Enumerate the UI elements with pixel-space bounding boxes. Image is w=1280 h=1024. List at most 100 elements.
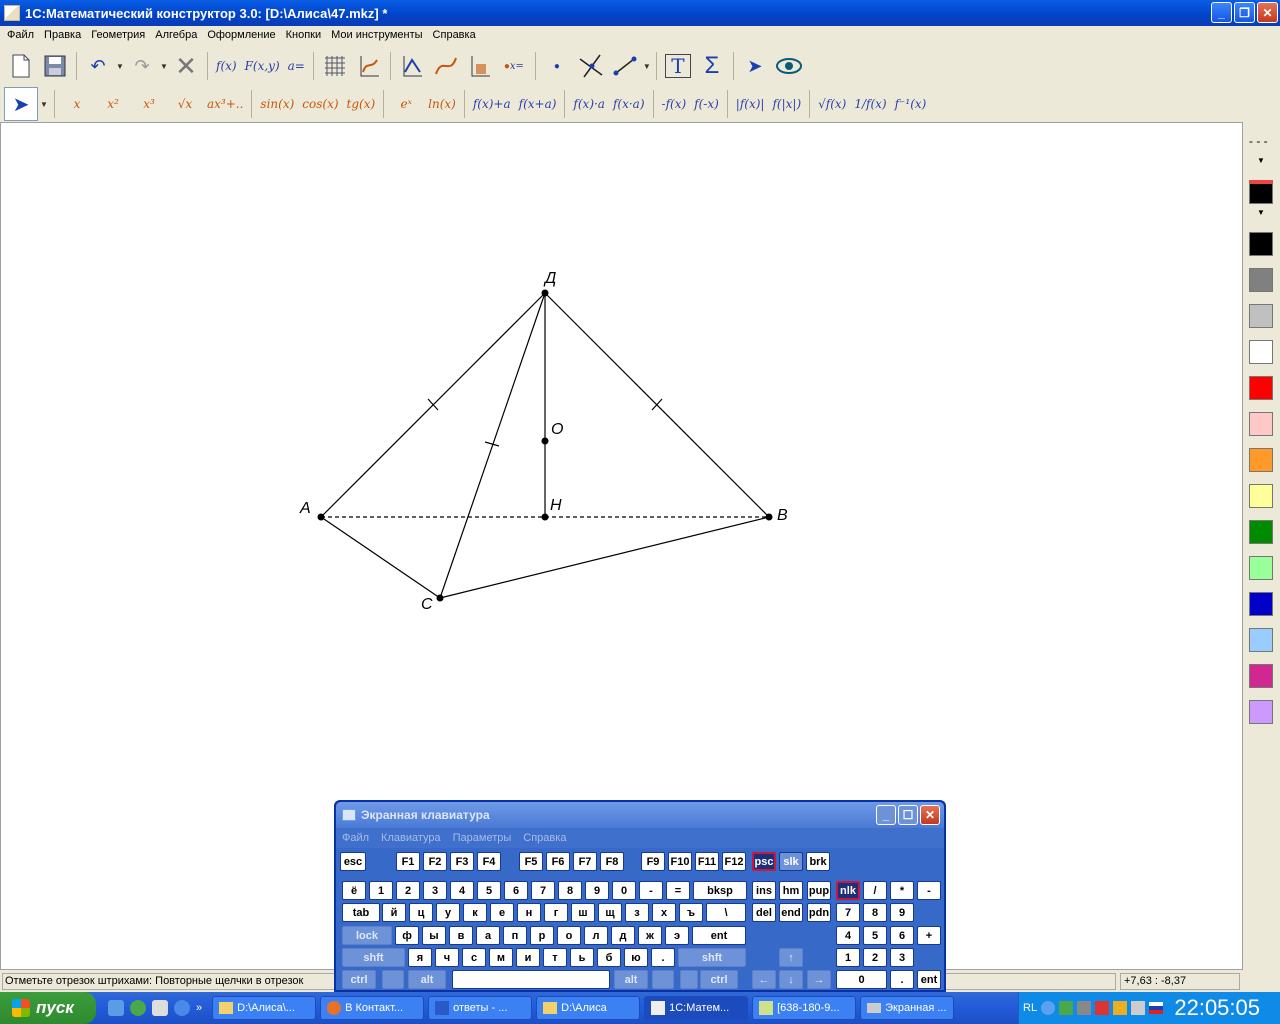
fn-x3[interactable]: x³ [131, 89, 167, 119]
task-answers[interactable]: ответы - ... [428, 996, 533, 1020]
osk-key[interactable]: 8 [863, 903, 887, 922]
osk-key[interactable]: alt [408, 970, 446, 989]
fn-exp[interactable]: eˣ [388, 89, 424, 119]
function-graph-button[interactable]: f(x) [212, 49, 241, 83]
osk-key[interactable]: у [436, 903, 460, 922]
menu-format[interactable]: Оформление [202, 29, 280, 41]
menu-file[interactable]: Файл [2, 29, 39, 41]
color-swatch[interactable] [1249, 520, 1273, 544]
tangent-icon[interactable] [395, 49, 429, 83]
utorrent-icon[interactable] [130, 1000, 146, 1016]
osk-menu-keyboard[interactable]: Клавиатура [381, 832, 441, 844]
osk-key-f1[interactable]: F1 [396, 852, 420, 871]
flag-icon[interactable] [1149, 1002, 1164, 1014]
osk-key[interactable]: ent [692, 926, 746, 945]
security-icon[interactable] [1113, 1001, 1128, 1015]
segment-cd[interactable] [439, 292, 546, 599]
osk-key[interactable]: ю [624, 948, 648, 967]
show-desktop-icon[interactable] [108, 1000, 124, 1016]
osk-key-esc[interactable]: esc [340, 852, 366, 871]
menu-help[interactable]: Справка [428, 29, 481, 41]
osk-key[interactable]: 5 [863, 926, 887, 945]
segment-icon[interactable] [608, 49, 642, 83]
fn-x[interactable]: x [59, 89, 95, 119]
osk-key[interactable]: = [666, 881, 690, 900]
minimize-button[interactable]: _ [1211, 2, 1232, 23]
osk-key-f6[interactable]: F6 [546, 852, 570, 871]
osk-key[interactable]: 3 [890, 948, 914, 967]
osk-key[interactable]: bksp [693, 881, 747, 900]
osk-key[interactable]: ъ [679, 903, 703, 922]
osk-menu-settings[interactable]: Параметры [453, 832, 512, 844]
task-math-constructor[interactable]: 1С:Матем... [644, 996, 749, 1020]
osk-key[interactable]: nlk [836, 881, 860, 900]
osk-key-psc[interactable]: psc [752, 852, 776, 871]
intersection-icon[interactable] [574, 49, 608, 83]
osk-key[interactable]: 6 [504, 881, 528, 900]
point-icon[interactable]: ● [540, 49, 574, 83]
osk-key[interactable]: п [503, 926, 527, 945]
curve-icon[interactable] [429, 49, 463, 83]
osk-key[interactable]: del [752, 903, 776, 922]
color-swatch[interactable] [1249, 484, 1273, 508]
task-folder-alisa-1[interactable]: D:\Алиса\... [212, 996, 317, 1020]
delete-icon[interactable]: ✕ [169, 49, 203, 83]
fn-sin[interactable]: sin(x) [256, 89, 298, 119]
equation-icon[interactable]: ● x= [497, 49, 531, 83]
task-folder-alisa-2[interactable]: D:\Алиса [536, 996, 641, 1020]
language-indicator[interactable]: RL [1023, 1002, 1037, 1014]
sigma-icon[interactable]: Σ [695, 49, 729, 83]
osk-key[interactable]: pdn [807, 903, 831, 922]
osk-key[interactable]: я [408, 948, 432, 967]
osk-key[interactable]: hm [779, 881, 803, 900]
osk-key[interactable]: р [530, 926, 554, 945]
volume-icon[interactable] [1131, 1001, 1146, 1015]
fn-abs[interactable]: |f(x)| [732, 89, 769, 119]
osk-key[interactable]: lock [342, 926, 392, 945]
osk-key[interactable]: ё [342, 881, 366, 900]
osk-menu-help[interactable]: Справка [523, 832, 566, 844]
osk-key[interactable]: ж [638, 926, 662, 945]
segment-ac[interactable] [320, 516, 441, 599]
osk-key-right[interactable]: → [807, 970, 831, 989]
save-icon[interactable] [38, 49, 72, 83]
point-o[interactable] [541, 437, 549, 445]
osk-key[interactable]: pup [807, 881, 831, 900]
osk-key[interactable]: ins [752, 881, 776, 900]
osk-key[interactable]: tab [342, 903, 380, 922]
osk-key[interactable]: х [652, 903, 676, 922]
osk-key[interactable]: 3 [423, 881, 447, 900]
point-c[interactable] [436, 594, 444, 602]
fn-sqrt[interactable]: √x [167, 89, 203, 119]
osk-key[interactable]: з [625, 903, 649, 922]
osk-key-f4[interactable]: F4 [477, 852, 501, 871]
osk-key[interactable]: 7 [836, 903, 860, 922]
osk-key[interactable]: 4 [450, 881, 474, 900]
osk-key[interactable]: 4 [836, 926, 860, 945]
osk-key[interactable]: в [449, 926, 473, 945]
osk-key[interactable]: 0 [836, 970, 887, 989]
osk-key[interactable]: . [890, 970, 914, 989]
color-swatch[interactable] [1249, 628, 1273, 652]
osk-key[interactable]: 8 [558, 881, 582, 900]
show-hide-icon[interactable]: ➤ [738, 49, 772, 83]
osk-key[interactable]: л [584, 926, 608, 945]
osk-key[interactable]: end [779, 903, 803, 922]
display-icon[interactable] [1077, 1001, 1092, 1015]
osk-key[interactable]: 9 [585, 881, 609, 900]
osk-key[interactable]: shft [678, 948, 746, 967]
menu-edit[interactable]: Правка [39, 29, 86, 41]
osk-key-f5[interactable]: F5 [519, 852, 543, 871]
color-swatch[interactable] [1249, 592, 1273, 616]
close-button[interactable]: ✕ [1257, 2, 1278, 23]
fn-sqrt-f[interactable]: √f(x) [814, 89, 850, 119]
fn-abs-x[interactable]: f(|x|) [768, 89, 805, 119]
osk-key[interactable]: 7 [531, 881, 555, 900]
fn-inverse[interactable]: f⁻¹(x) [891, 89, 931, 119]
osk-key[interactable]: м [489, 948, 513, 967]
osk-key[interactable]: 2 [863, 948, 887, 967]
menu-my-tools[interactable]: Мои инструменты [326, 29, 427, 41]
osk-minimize-button[interactable]: _ [876, 805, 896, 825]
new-file-icon[interactable] [4, 49, 38, 83]
eye-icon[interactable] [772, 49, 806, 83]
